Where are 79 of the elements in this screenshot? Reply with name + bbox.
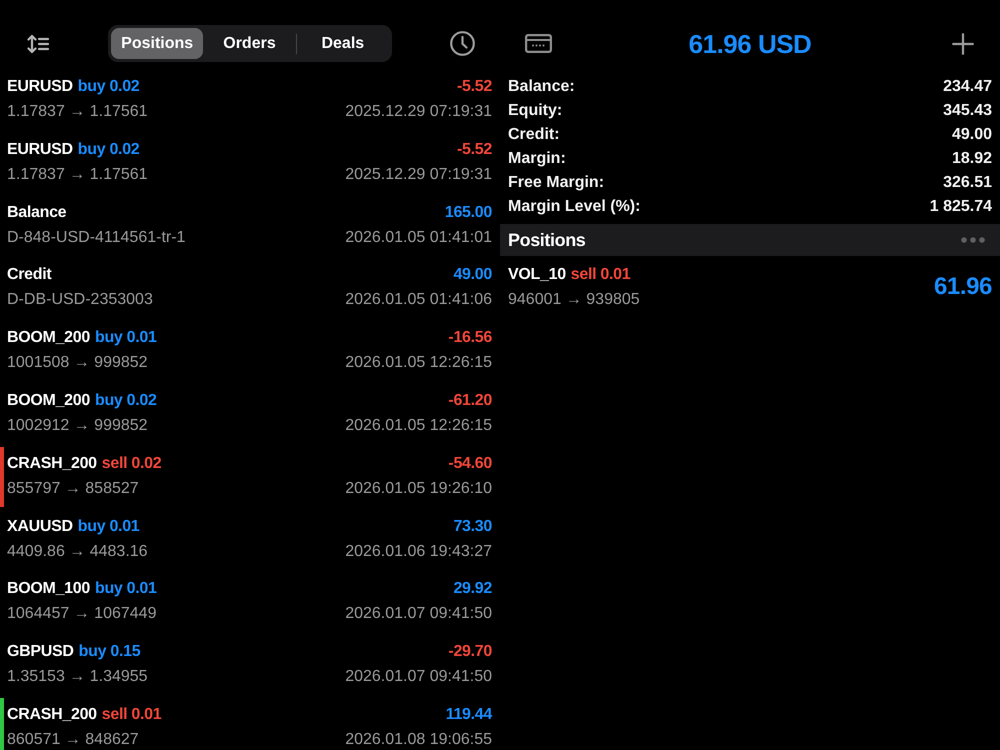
price-range-label: 946001 → 939805 (508, 291, 640, 309)
order-type-label: sell 0.01 (570, 267, 630, 283)
symbol-label: CRASH_200 (7, 706, 97, 723)
summary-value: 18.92 (952, 149, 992, 169)
order-type-label: buy 0.02 (78, 142, 140, 158)
sort-icon[interactable] (26, 34, 50, 54)
summary-label: Margin Level (%): (508, 197, 640, 217)
profit-value: 49.00 (453, 267, 492, 284)
add-icon[interactable] (952, 32, 974, 54)
timestamp-label: 2026.01.07 09:41:50 (345, 668, 492, 686)
symbol-label: GBPUSD (7, 644, 74, 660)
profit-value: -61.20 (448, 392, 492, 409)
timestamp-label: 2026.01.08 19:06:55 (345, 730, 492, 749)
order-type-label: buy 0.02 (94, 392, 157, 409)
profit-value: -5.52 (457, 142, 492, 158)
summary-label: Free Margin: (508, 173, 604, 193)
profit-value: 165.00 (444, 204, 492, 221)
timestamp-label: 2026.01.05 01:41:01 (345, 228, 492, 247)
profit-value: 119.44 (446, 706, 492, 723)
order-type-label: buy 0.15 (78, 644, 140, 660)
symbol-label: BOOM_100 (7, 581, 90, 598)
price-range-label: D-848-USD-4114561-tr-1 (7, 228, 186, 247)
price-range-label: 860571 → 848627 (7, 730, 139, 749)
symbol-label: BOOM_200 (7, 392, 90, 409)
tab[interactable]: Positions (111, 28, 204, 59)
profit-value: -16.56 (448, 330, 492, 346)
clock-icon[interactable] (450, 31, 475, 56)
timestamp-label: 2026.01.05 12:26:15 (345, 354, 492, 372)
symbol-label: EURUSD (7, 142, 73, 158)
symbol-label: EURUSD (7, 79, 73, 95)
price-range-label: 1.17837 → 1.17561 (7, 103, 148, 121)
summary-value: 1 825.74 (930, 197, 992, 217)
symbol-label: CRASH_200 (7, 456, 97, 472)
price-range-label: 1.17837 → 1.17561 (7, 166, 148, 184)
timestamp-label: 2026.01.07 09:41:50 (345, 605, 492, 624)
summary-value: 345.43 (943, 101, 992, 121)
price-range-label: 4409.86 → 4483.16 (7, 542, 148, 561)
order-type-label: buy 0.01 (94, 330, 157, 346)
price-range-label: 855797 → 858527 (7, 480, 139, 498)
price-range-label: D-DB-USD-2353003 (7, 291, 153, 310)
timestamp-label: 2026.01.05 12:26:15 (345, 416, 492, 435)
account-profit-title: 61.96 USD (688, 28, 812, 58)
more-options-icon[interactable] (961, 237, 985, 243)
tab[interactable]: Deals (296, 28, 389, 59)
profit-value: -5.52 (457, 79, 492, 95)
timestamp-label: 2025.12.29 07:19:31 (345, 166, 492, 184)
summary-value: 234.47 (943, 77, 992, 97)
profit-value: -29.70 (448, 644, 492, 660)
order-type-label: buy 0.02 (78, 79, 140, 95)
timestamp-label: 2025.12.29 07:19:31 (345, 103, 492, 121)
price-range-label: 1.35153 → 1.34955 (7, 668, 148, 686)
order-type-label: sell 0.02 (102, 456, 162, 472)
timestamp-label: 2026.01.06 19:43:27 (345, 542, 492, 561)
profit-value: 61.96 (934, 273, 992, 301)
symbol-label: XAUUSD (7, 518, 73, 535)
summary-label: Balance: (508, 77, 575, 97)
order-type-label: buy 0.01 (78, 518, 140, 535)
order-type-label: buy 0.01 (94, 581, 157, 598)
profit-value: 73.30 (453, 518, 492, 535)
summary-label: Equity: (508, 101, 562, 121)
summary-value: 326.51 (943, 173, 992, 193)
timestamp-label: 2026.01.05 01:41:06 (345, 291, 492, 310)
order-type-label: sell 0.01 (102, 706, 162, 723)
symbol-label: VOL_10 (508, 267, 566, 283)
symbol-label: Credit (7, 267, 52, 284)
tab[interactable]: Orders (203, 28, 296, 59)
symbol-label: BOOM_200 (7, 330, 90, 346)
price-range-label: 1001508 → 999852 (7, 354, 148, 372)
timestamp-label: 2026.01.05 19:26:10 (345, 480, 492, 498)
profit-value: -54.60 (448, 456, 492, 472)
price-range-label: 1064457 → 1067449 (7, 605, 156, 624)
summary-label: Margin: (508, 149, 566, 169)
price-range-label: 1002912 → 999852 (7, 416, 148, 435)
card-icon[interactable] (525, 34, 552, 53)
symbol-label: Balance (7, 204, 66, 221)
summary-value: 49.00 (952, 125, 992, 145)
section-title: Positions (508, 230, 586, 250)
profit-value: 29.92 (453, 581, 492, 598)
summary-label: Credit: (508, 125, 560, 145)
